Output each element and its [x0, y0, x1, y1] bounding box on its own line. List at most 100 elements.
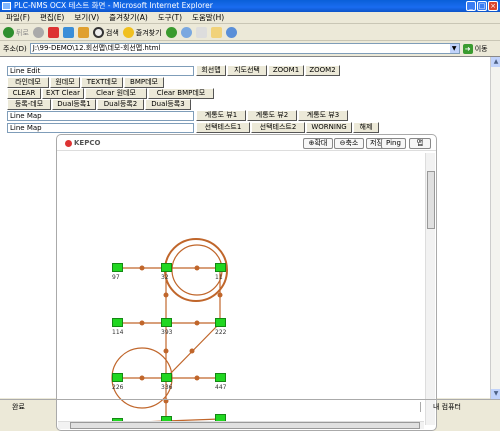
menu-bar: 파일(F) 편집(E) 보기(V) 즐겨찾기(A) 도구(T) 도움말(H) — [0, 12, 500, 24]
dual-register2-button[interactable]: Dual등록2 — [97, 99, 144, 110]
ocx-header: KEPCO ⊕확대 ⊖축소 저장 Ping 맵 — [57, 135, 436, 151]
status-text: 완료 — [12, 402, 25, 411]
clear-bmp-demo-button[interactable]: Clear BMP데모 — [148, 88, 214, 99]
kepco-logo-icon — [65, 139, 72, 147]
system-view3-button[interactable]: 계통도 뷰3 — [298, 110, 348, 121]
address-label: 주소(D) — [3, 44, 27, 53]
menu-help[interactable]: 도움말(H) — [192, 12, 224, 23]
menu-tools[interactable]: 도구(T) — [158, 12, 182, 23]
line-demo-button[interactable]: 라인데모 — [7, 77, 49, 88]
line-map-ocx: KEPCO ⊕확대 ⊖축소 저장 Ping 맵 97 32 11 114 393… — [56, 134, 437, 431]
media-button[interactable] — [165, 27, 177, 38]
stop-button[interactable] — [47, 27, 59, 38]
menu-file[interactable]: 파일(F) — [6, 12, 30, 23]
network-node-114[interactable] — [112, 318, 123, 327]
network-canvas[interactable]: 97 32 11 114 393 222 226 336 447 — [58, 153, 424, 423]
zoom-out-button[interactable]: ⊖축소 — [334, 138, 364, 149]
dual-register1-button[interactable]: Dual등록1 — [52, 99, 96, 110]
dual-register3-button[interactable]: Dual등록3 — [145, 99, 191, 110]
system-view2-button[interactable]: 계통도 뷰2 — [247, 110, 297, 121]
page-scrollbar[interactable]: ▲ ▼ — [490, 57, 500, 399]
back-arrow-icon — [3, 27, 14, 38]
line-map-input-2[interactable]: Line Map — [7, 123, 194, 133]
favorites-button[interactable]: 즐겨찾기 — [122, 27, 162, 38]
back-button[interactable]: 뒤로 — [3, 27, 29, 38]
window-title: PLC-NMS OCX 테스트 화면 - Microsoft Internet … — [14, 1, 213, 10]
home-button[interactable] — [77, 27, 89, 38]
register-demo-button[interactable]: 등록-데모 — [7, 99, 51, 110]
network-node-393[interactable] — [161, 318, 172, 327]
network-lines — [111, 238, 228, 423]
map-button[interactable]: 회선맵 — [196, 65, 226, 76]
zoom-in-button[interactable]: ⊕확대 — [303, 138, 333, 149]
zoom1-button[interactable]: ZOOM1 — [268, 65, 304, 76]
forward-button[interactable] — [32, 27, 44, 38]
select-test2-button[interactable]: 선택테스트2 — [251, 122, 305, 133]
menu-view[interactable]: 보기(V) — [74, 12, 99, 23]
menu-favorites[interactable]: 즐겨찾기(A) — [109, 12, 148, 23]
circle-demo-button[interactable]: 원데모 — [50, 77, 80, 88]
messenger-button[interactable] — [225, 27, 237, 38]
node-label: 114 — [112, 329, 124, 336]
release-button[interactable]: 해제 — [353, 122, 379, 133]
folder-button[interactable] — [210, 27, 222, 38]
star-icon — [122, 27, 134, 38]
line-edit-input[interactable]: Line Edit — [7, 66, 194, 76]
node-label: 32 — [161, 274, 169, 281]
line-map-input-1[interactable]: Line Map — [7, 111, 194, 121]
address-input[interactable]: J:\99-DEMO\12.회선맵\데모-회선맵.html ▼ — [29, 43, 460, 54]
go-button[interactable]: ➜ 이동 — [462, 43, 488, 54]
node-label: 11 — [215, 274, 223, 281]
ext-clear-button[interactable]: EXT Clear — [42, 88, 84, 99]
scroll-thumb[interactable] — [70, 422, 420, 429]
system-view1-button[interactable]: 계통도 뷰1 — [196, 110, 246, 121]
media-icon — [165, 27, 177, 38]
canvas-horizontal-scrollbar[interactable] — [58, 421, 424, 429]
node-label: 393 — [161, 329, 173, 336]
menu-edit[interactable]: 편집(E) — [40, 12, 64, 23]
mail-button[interactable] — [195, 27, 207, 38]
network-node-11[interactable] — [215, 263, 226, 272]
select-map-button[interactable]: 지도선택 — [227, 65, 267, 76]
status-bar: 완료 내 컴퓨터 — [0, 399, 500, 413]
canvas-vertical-scrollbar[interactable] — [425, 153, 435, 425]
refresh-icon — [62, 27, 74, 38]
page-content: ▲ ▼ Line Edit 회선맵 지도선택 ZOOM1 ZOOM2 라인데모 원… — [0, 56, 500, 431]
network-node-32[interactable] — [161, 263, 172, 272]
maximize-button[interactable]: □ — [477, 1, 487, 11]
ping-button[interactable]: Ping — [381, 138, 406, 149]
messenger-icon — [225, 27, 237, 38]
select-test1-button[interactable]: 선택테스트1 — [196, 122, 250, 133]
close-button[interactable]: × — [488, 1, 498, 11]
text-demo-button[interactable]: TEXT데모 — [81, 77, 123, 88]
bmp-demo-button[interactable]: BMP데모 — [124, 77, 164, 88]
search-button[interactable]: 검색 — [92, 27, 119, 38]
node-label: 97 — [112, 274, 120, 281]
network-node-447[interactable] — [215, 373, 226, 382]
clear-circle-demo-button[interactable]: Clear 원데모 — [85, 88, 147, 99]
zone-indicator: 내 컴퓨터 — [420, 401, 500, 412]
scroll-thumb[interactable] — [427, 171, 435, 229]
go-arrow-icon: ➜ — [462, 43, 473, 54]
scroll-down-icon[interactable]: ▼ — [491, 389, 500, 399]
network-node-336[interactable] — [161, 373, 172, 382]
browser-toolbar: 뒤로 검색 즐겨찾기 — [0, 25, 500, 41]
network-node-222[interactable] — [215, 318, 226, 327]
network-node-97[interactable] — [112, 263, 123, 272]
kepco-logo: KEPCO — [65, 139, 100, 147]
scroll-up-icon[interactable]: ▲ — [491, 57, 500, 67]
home-icon — [77, 27, 89, 38]
window-title-bar: PLC-NMS OCX 테스트 화면 - Microsoft Internet … — [0, 0, 500, 12]
chevron-down-icon[interactable]: ▼ — [449, 44, 459, 53]
zoom2-button[interactable]: ZOOM2 — [305, 65, 340, 76]
refresh-button[interactable] — [62, 27, 74, 38]
history-button[interactable] — [180, 27, 192, 38]
address-bar: 주소(D) J:\99-DEMO\12.회선맵\데모-회선맵.html ▼ ➜ 이… — [0, 42, 500, 55]
clear-button[interactable]: CLEAR — [7, 88, 41, 99]
search-icon — [92, 27, 104, 38]
minimize-button[interactable]: _ — [466, 1, 476, 11]
map-view-button[interactable]: 맵 — [409, 138, 431, 149]
node-label: 336 — [161, 384, 173, 391]
warning-button[interactable]: WORNING — [306, 122, 352, 133]
network-node-226[interactable] — [112, 373, 123, 382]
